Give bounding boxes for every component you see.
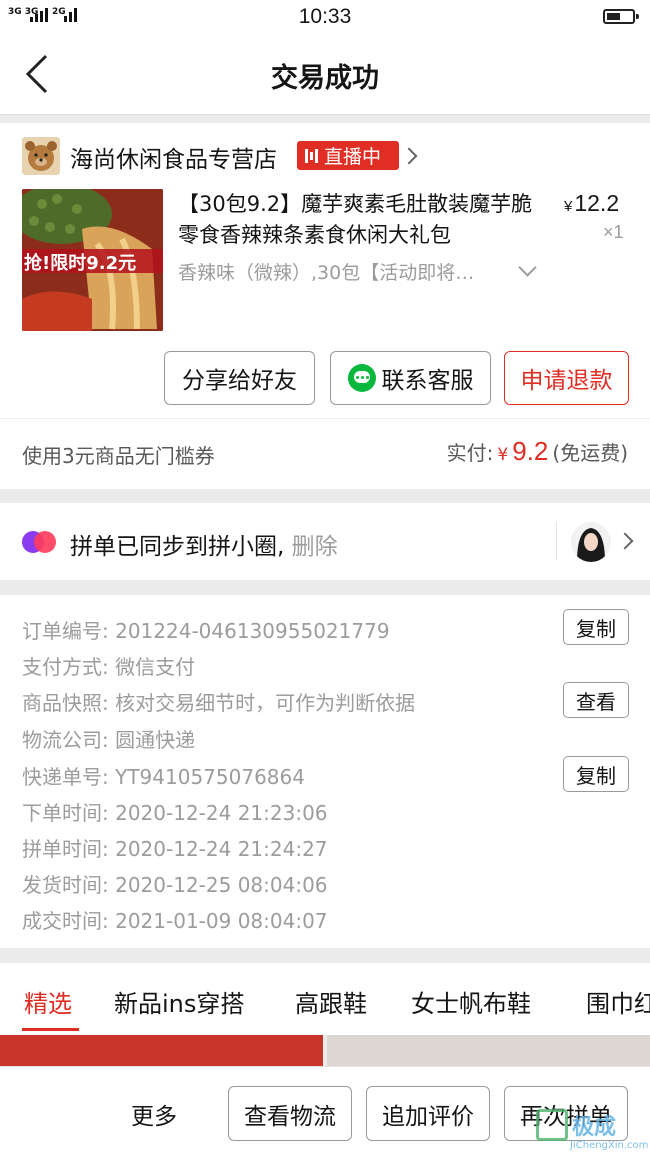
live-label: 直播中 [324, 146, 382, 168]
snapshot-label: 商品快照: [22, 691, 109, 715]
watermark-logo [536, 1109, 568, 1141]
logistics-row: 物流公司: 圆通快递 [22, 724, 195, 753]
view-snapshot-button[interactable]: 查看 [563, 682, 629, 718]
ship-time-row: 发货时间: 2020-12-25 08:04:06 [22, 869, 328, 898]
pay-method-row: 支付方式: 微信支付 [22, 651, 195, 680]
logistics-label: 物流公司: [22, 728, 109, 752]
tracking-value: YT9410575076864 [115, 765, 305, 789]
copy-tracking-button[interactable]: 复制 [563, 756, 629, 792]
logistics-value: 圆通快递 [115, 728, 196, 752]
more-button[interactable]: 更多 [131, 1097, 177, 1131]
store-name[interactable]: 海尚休闲食品专营店 [70, 140, 277, 174]
order-number-value: 201224-046130955021779 [115, 619, 390, 643]
status-bar: 3G 3G 2G 10:33 [0, 0, 650, 36]
battery-icon [603, 9, 639, 24]
tracking-row: 快递单号: YT9410575076864 [22, 761, 305, 790]
deal-time-label: 成交时间: [22, 909, 109, 933]
tracking-label: 快递单号: [22, 765, 109, 789]
product-image[interactable]: 抢!限时9.2元 [22, 189, 163, 331]
paid-currency: ¥ [497, 445, 509, 465]
tab-canvas-shoes[interactable]: 女士帆布鞋 [411, 984, 531, 1019]
shipping-note: (免运费) [552, 441, 628, 465]
active-tab-indicator [22, 1028, 79, 1031]
view-logistics-button[interactable]: 查看物流 [228, 1086, 352, 1141]
divider [556, 522, 557, 560]
page-title: 交易成功 [271, 63, 379, 94]
ship-time-value: 2020-12-25 08:04:06 [115, 873, 328, 897]
price-value: 12.2 [574, 190, 620, 216]
avatar[interactable] [571, 522, 611, 562]
wechat-icon [347, 364, 376, 392]
watermark-url: JiChengXin.com [570, 1140, 649, 1151]
pay-method-label: 支付方式: [22, 655, 109, 679]
paid-value: 9.2 [512, 436, 549, 466]
product-title[interactable]: 【30包9.2】魔芋爽素毛肚散装魔芋脆零食香辣辣条素食休闲大礼包 [178, 189, 546, 251]
order-time-row: 下单时间: 2020-12-24 21:23:06 [22, 797, 328, 826]
add-review-label: 追加评价 [382, 1103, 474, 1130]
pinxiaoquan-message: 拼单已同步到拼小圈, [70, 534, 285, 560]
order-number-label: 订单编号: [22, 619, 109, 643]
order-time-label: 下单时间: [22, 801, 109, 825]
order-time-value: 2020-12-24 21:23:06 [115, 801, 328, 825]
deal-time-value: 2021-01-09 08:04:07 [115, 909, 328, 933]
paid-label: 实付: [446, 441, 494, 465]
divider [0, 418, 650, 419]
product-qty: ×1 [603, 222, 624, 242]
contact-button-label: 联系客服 [381, 368, 474, 394]
nav-bar: 交易成功 [0, 36, 650, 115]
product-banner: 抢!限时9.2元 [24, 253, 137, 274]
tab-featured[interactable]: 精选 [24, 984, 72, 1019]
share-button-label: 分享给好友 [182, 368, 297, 394]
pinxiaoquan-delete-link[interactable]: 删除 [292, 534, 338, 560]
paid-amount: 实付: ¥ 9.2 (免运费) [447, 436, 628, 467]
tab-new-ins[interactable]: 新品ins穿搭 [114, 984, 244, 1019]
copy-order-number-button[interactable]: 复制 [563, 609, 629, 645]
live-badge[interactable]: 直播中 [297, 141, 399, 170]
order-number-row: 订单编号: 201224-046130955021779 [22, 615, 390, 644]
group-time-value: 2020-12-24 21:24:27 [115, 837, 328, 861]
product-spec[interactable]: 香辣味（微辣）,30包【活动即将… [178, 258, 518, 285]
tab-scarf[interactable]: 围巾红 [586, 984, 650, 1019]
live-icon [305, 148, 318, 164]
pay-method-value: 微信支付 [115, 655, 196, 679]
tab-high-heels[interactable]: 高跟鞋 [295, 984, 367, 1019]
clock: 10:33 [298, 5, 352, 28]
store-avatar[interactable] [22, 137, 60, 175]
pinxiaoquan-text: 拼单已同步到拼小圈, 删除 [70, 527, 338, 561]
feed-item-image[interactable] [0, 1035, 323, 1066]
product-price: ¥12.2 [564, 190, 619, 217]
watermark-text: 极成 [572, 1115, 617, 1140]
view-logistics-label: 查看物流 [244, 1103, 336, 1130]
snapshot-row: 商品快照: 核对交易细节时，可作为判断依据 [22, 687, 415, 716]
share-button[interactable]: 分享给好友 [164, 351, 315, 405]
contact-service-button[interactable]: 联系客服 [330, 351, 491, 405]
feed-item-image[interactable] [327, 1035, 650, 1066]
add-review-button[interactable]: 追加评价 [366, 1086, 490, 1141]
ship-time-label: 发货时间: [22, 873, 109, 897]
refund-button-label: 申请退款 [520, 368, 613, 394]
deal-time-row: 成交时间: 2021-01-09 08:04:07 [22, 905, 328, 934]
snapshot-value: 核对交易细节时，可作为判断依据 [115, 691, 416, 715]
refund-button[interactable]: 申请退款 [504, 351, 629, 405]
coupon-text: 使用3元商品无门槛券 [22, 444, 215, 468]
group-time-row: 拼单时间: 2020-12-24 21:24:27 [22, 833, 328, 862]
currency-symbol: ¥ [564, 198, 573, 215]
watermark: 极成 JiChengXin.com [532, 1103, 650, 1155]
group-time-label: 拼单时间: [22, 837, 109, 861]
pinxiaoquan-icon [22, 531, 58, 553]
